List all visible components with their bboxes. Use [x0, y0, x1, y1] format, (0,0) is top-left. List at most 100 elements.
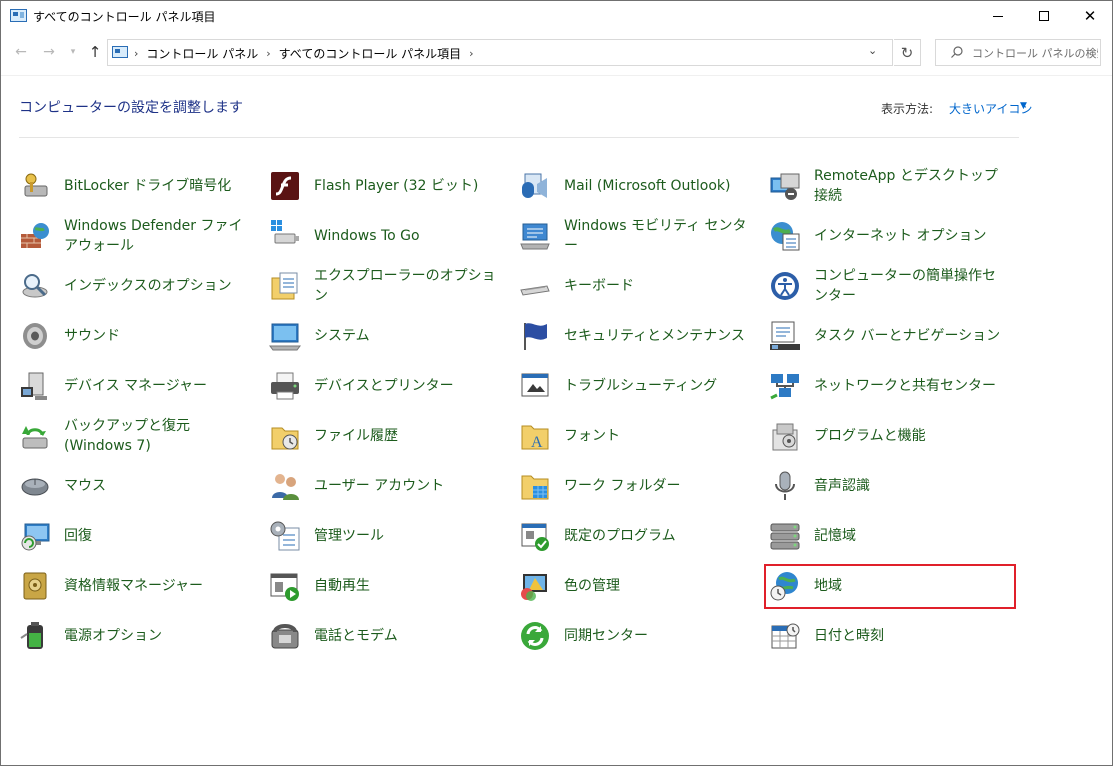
control-panel-item[interactable]: Windows Defender ファイアウォール	[17, 211, 267, 261]
control-panel-item[interactable]: プログラムと機能	[767, 411, 1017, 461]
control-panel-item-label[interactable]: デバイス マネージャー	[64, 376, 254, 396]
control-panel-item[interactable]: マウス	[17, 461, 267, 511]
search-box[interactable]	[935, 39, 1101, 66]
control-panel-item-label[interactable]: バックアップと復元 (Windows 7)	[64, 416, 254, 456]
control-panel-item[interactable]: ユーザー アカウント	[267, 461, 517, 511]
control-panel-item[interactable]: デバイス マネージャー	[17, 361, 267, 411]
control-panel-item[interactable]: 記憶域	[767, 511, 1017, 561]
control-panel-item-label[interactable]: 電源オプション	[64, 626, 254, 646]
control-panel-item-label[interactable]: エクスプローラーのオプション	[314, 266, 504, 306]
control-panel-item-label[interactable]: セキュリティとメンテナンス	[564, 326, 754, 346]
minimize-button[interactable]	[975, 1, 1021, 31]
control-panel-item-label[interactable]: 管理ツール	[314, 526, 504, 546]
control-panel-item-label[interactable]: ネットワークと共有センター	[814, 376, 1004, 396]
control-panel-item-label[interactable]: ファイル履歴	[314, 426, 504, 446]
control-panel-item[interactable]: BitLocker ドライブ暗号化	[17, 161, 267, 211]
address-bar[interactable]: › コントロール パネル › すべてのコントロール パネル項目 › ⌄	[107, 39, 893, 66]
control-panel-item-label[interactable]: コンピューターの簡単操作センター	[814, 266, 1004, 306]
control-panel-item-label[interactable]: BitLocker ドライブ暗号化	[64, 176, 254, 196]
control-panel-item[interactable]: Mail (Microsoft Outlook)	[517, 161, 767, 211]
control-panel-item[interactable]: デバイスとプリンター	[267, 361, 517, 411]
close-button[interactable]: ✕	[1067, 1, 1113, 31]
chevron-right-icon[interactable]: ›	[266, 47, 270, 60]
control-panel-item[interactable]: RemoteApp とデスクトップ接続	[767, 161, 1017, 211]
control-panel-item-label[interactable]: ユーザー アカウント	[314, 476, 504, 496]
control-panel-item[interactable]: 同期センター	[517, 611, 767, 661]
control-panel-item-label[interactable]: Mail (Microsoft Outlook)	[564, 176, 754, 196]
control-panel-item[interactable]: 音声認識	[767, 461, 1017, 511]
caret-down-icon[interactable]: ▼	[1020, 101, 1027, 111]
back-button[interactable]: ←	[11, 41, 31, 63]
control-panel-item[interactable]: A フォント	[517, 411, 767, 461]
title-bar[interactable]: すべてのコントロール パネル項目 ✕	[1, 1, 1112, 31]
control-panel-item[interactable]: バックアップと復元 (Windows 7)	[17, 411, 267, 461]
chevron-right-icon[interactable]: ›	[134, 47, 138, 60]
control-panel-item-label[interactable]: 記憶域	[814, 526, 1004, 546]
control-panel-item-label[interactable]: RemoteApp とデスクトップ接続	[814, 166, 1004, 206]
control-panel-item[interactable]: 電話とモデム	[267, 611, 517, 661]
control-panel-item-label[interactable]: Windows To Go	[314, 226, 504, 246]
control-panel-item[interactable]: ネットワークと共有センター	[767, 361, 1017, 411]
maximize-button[interactable]	[1021, 1, 1067, 31]
device-manager-icon	[21, 372, 47, 400]
refresh-button[interactable]: ↻	[894, 39, 921, 66]
control-panel-item-label[interactable]: フォント	[564, 426, 754, 446]
control-panel-item-label[interactable]: マウス	[64, 476, 254, 496]
control-panel-item[interactable]: ファイル履歴	[267, 411, 517, 461]
control-panel-item[interactable]: ワーク フォルダー	[517, 461, 767, 511]
control-panel-item[interactable]: 自動再生	[267, 561, 517, 611]
control-panel-item[interactable]: Windows モビリティ センター	[517, 211, 767, 261]
control-panel-item-label[interactable]: トラブルシューティング	[564, 376, 754, 396]
control-panel-item-label[interactable]: プログラムと機能	[814, 426, 1004, 446]
control-panel-item[interactable]: 回復	[17, 511, 267, 561]
control-panel-item[interactable]: Windows To Go	[267, 211, 517, 261]
control-panel-item-label[interactable]: Windows Defender ファイアウォール	[64, 216, 254, 256]
control-panel-item-label[interactable]: タスク バーとナビゲーション	[814, 326, 1004, 346]
control-panel-item-label[interactable]: デバイスとプリンター	[314, 376, 504, 396]
control-panel-item[interactable]: サウンド	[17, 311, 267, 361]
control-panel-item[interactable]: 既定のプログラム	[517, 511, 767, 561]
file-history-icon	[271, 427, 299, 450]
control-panel-item[interactable]: キーボード	[517, 261, 767, 311]
control-panel-item-label[interactable]: 回復	[64, 526, 254, 546]
control-panel-item[interactable]: セキュリティとメンテナンス	[517, 311, 767, 361]
control-panel-item[interactable]: Flash Player (32 ビット)	[267, 161, 517, 211]
control-panel-item[interactable]: タスク バーとナビゲーション	[767, 311, 1017, 361]
up-button[interactable]: ↑	[85, 41, 105, 63]
control-panel-item[interactable]: 色の管理	[517, 561, 767, 611]
control-panel-item-label[interactable]: Windows モビリティ センター	[564, 216, 754, 256]
control-panel-item-label[interactable]: インデックスのオプション	[64, 276, 254, 296]
address-dropdown-button[interactable]: ⌄	[868, 44, 877, 57]
forward-button[interactable]: →	[39, 41, 59, 63]
control-panel-item[interactable]: 日付と時刻	[767, 611, 1017, 661]
control-panel-item[interactable]: コンピューターの簡単操作センター	[767, 261, 1017, 311]
control-panel-item-label[interactable]: 音声認識	[814, 476, 1004, 496]
control-panel-item[interactable]: インターネット オプション	[767, 211, 1017, 261]
control-panel-item-label[interactable]: 資格情報マネージャー	[64, 576, 254, 596]
control-panel-item-label[interactable]: 同期センター	[564, 626, 754, 646]
control-panel-item[interactable]: 資格情報マネージャー	[17, 561, 267, 611]
search-input[interactable]	[972, 44, 1098, 62]
control-panel-item-label[interactable]: 日付と時刻	[814, 626, 1004, 646]
control-panel-item-label[interactable]: ワーク フォルダー	[564, 476, 754, 496]
control-panel-item-label[interactable]: サウンド	[64, 326, 254, 346]
control-panel-item-label[interactable]: 電話とモデム	[314, 626, 504, 646]
recent-locations-button[interactable]: ▾	[63, 41, 83, 63]
control-panel-item-label[interactable]: 色の管理	[564, 576, 754, 596]
control-panel-item[interactable]: 管理ツール	[267, 511, 517, 561]
control-panel-item[interactable]: 電源オプション	[17, 611, 267, 661]
control-panel-item-label[interactable]: Flash Player (32 ビット)	[314, 176, 504, 196]
chevron-right-icon[interactable]: ›	[469, 47, 473, 60]
breadcrumb-control-panel[interactable]: コントロール パネル	[146, 45, 258, 62]
control-panel-item-label[interactable]: システム	[314, 326, 504, 346]
control-panel-item[interactable]: インデックスのオプション	[17, 261, 267, 311]
control-panel-item-label[interactable]: 自動再生	[314, 576, 504, 596]
control-panel-item[interactable]: トラブルシューティング	[517, 361, 767, 411]
control-panel-item[interactable]: システム	[267, 311, 517, 361]
control-panel-item-label[interactable]: インターネット オプション	[814, 226, 1004, 246]
printer-icon	[271, 372, 299, 400]
control-panel-item-label[interactable]: キーボード	[564, 276, 754, 296]
control-panel-item-label[interactable]: 既定のプログラム	[564, 526, 754, 546]
control-panel-item[interactable]: エクスプローラーのオプション	[267, 261, 517, 311]
breadcrumb-all-items[interactable]: すべてのコントロール パネル項目	[279, 45, 462, 62]
